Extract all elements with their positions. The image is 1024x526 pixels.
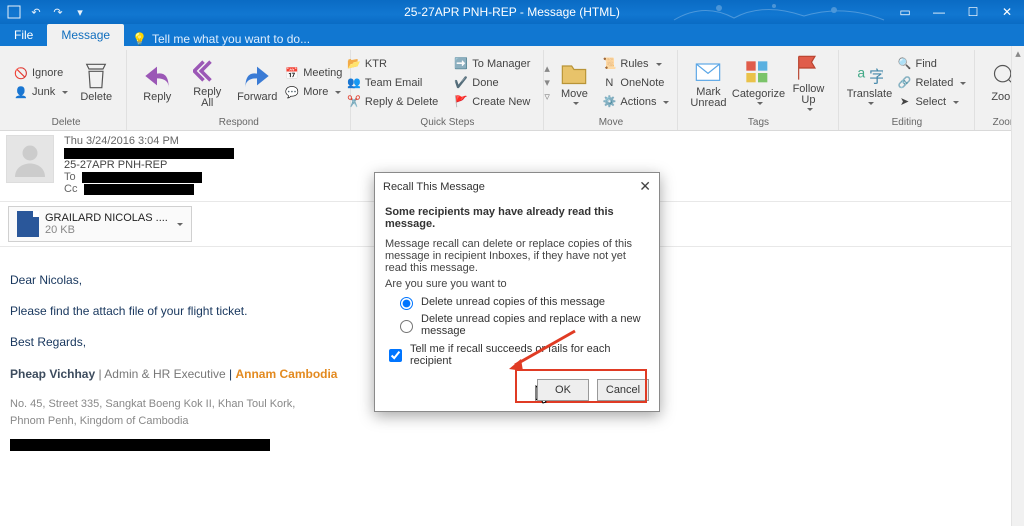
reply-all-button[interactable]: Reply All [183, 55, 231, 111]
group-delete: 🚫Ignore 👤Junk Delete Delete [6, 50, 127, 130]
cancel-button[interactable]: Cancel [597, 379, 649, 401]
calendar-icon: 📅 [285, 66, 299, 80]
dialog-title: Recall This Message [383, 181, 485, 193]
svg-text:字: 字 [869, 68, 883, 86]
option-delete-unread[interactable]: Delete unread copies of this message [395, 294, 649, 310]
move-button[interactable]: Move [550, 57, 598, 108]
group-move: Move 📜Rules NOneNote ⚙️Actions Move [544, 50, 678, 130]
forward-button[interactable]: Forward [233, 60, 281, 105]
option-delete-replace[interactable]: Delete unread copies and replace with a … [395, 313, 649, 337]
gear-icon: ⚙️ [602, 95, 616, 109]
save-icon[interactable] [6, 4, 22, 20]
dialog-close-button[interactable]: ✕ [639, 178, 651, 195]
to-recipient [82, 172, 202, 183]
categorize-button[interactable]: Categorize [734, 57, 782, 108]
translate-button[interactable]: a字Translate [845, 57, 893, 108]
customize-qat-icon[interactable]: ▾ [72, 4, 88, 20]
folder-move-icon: 📂 [347, 57, 361, 71]
group-respond: Reply Reply All Forward 📅Meeting 💬More R… [127, 50, 351, 130]
follow-up-button[interactable]: Follow Up [784, 52, 832, 114]
redacted-contact [10, 439, 270, 451]
group-tags: Mark Unread Categorize Follow Up Tags [678, 50, 839, 130]
pointer-icon: ➤ [897, 95, 911, 109]
sender-avatar [6, 135, 54, 183]
ribbon-tabstrip: File Message 💡Tell me what you want to d… [0, 24, 1024, 46]
attachment-item[interactable]: GRAILARD NICOLAS .... 20 KB [8, 206, 192, 242]
close-button[interactable]: ✕ [990, 0, 1024, 24]
vertical-scrollbar[interactable]: ▴ [1011, 46, 1024, 526]
qs-team-email[interactable]: 👥Team Email [345, 74, 440, 92]
junk-icon: 👤 [14, 85, 28, 99]
attachment-size: 20 KB [45, 224, 168, 236]
ok-button[interactable]: OK [537, 379, 589, 401]
cc-recipient [84, 184, 194, 195]
svg-text:a: a [858, 65, 866, 81]
check-icon: ✔️ [454, 76, 468, 90]
qs-to-manager[interactable]: ➡️To Manager [452, 55, 532, 73]
chat-icon: 💬 [285, 85, 299, 99]
minimize-button[interactable]: — [922, 0, 956, 24]
rules-button[interactable]: 📜Rules [600, 55, 671, 73]
qs-reply-delete[interactable]: ✂️Reply & Delete [345, 93, 440, 111]
recall-dialog: Recall This Message ✕ Some recipients ma… [374, 172, 660, 412]
redo-icon[interactable]: ↷ [50, 4, 66, 20]
find-button[interactable]: 🔍Find [895, 55, 968, 73]
related-icon: 🔗 [897, 76, 911, 90]
attachment-menu-icon[interactable] [174, 218, 183, 230]
word-icon [17, 211, 39, 237]
dialog-p2: Are you sure you want to [385, 278, 649, 290]
tab-file[interactable]: File [0, 24, 47, 46]
onenote-button[interactable]: NOneNote [600, 74, 671, 92]
bulb-icon: 💡 [132, 32, 147, 46]
team-icon: 👥 [347, 76, 361, 90]
checkbox-tell-me[interactable]: Tell me if recall succeeds or fails for … [385, 343, 649, 367]
window-title: 25-27APR PNH-REP - Message (HTML) [0, 5, 1024, 19]
more-respond-button[interactable]: 💬More [283, 83, 344, 101]
ignore-icon: 🚫 [14, 66, 28, 80]
delete-button[interactable]: Delete [72, 60, 120, 105]
quick-access-toolbar: ↶ ↷ ▾ [6, 4, 88, 20]
maximize-button[interactable]: ☐ [956, 0, 990, 24]
qs-create-new[interactable]: 🚩Create New [452, 93, 532, 111]
scroll-up-icon[interactable]: ▴ [1012, 46, 1024, 60]
mark-unread-button[interactable]: Mark Unread [684, 55, 732, 111]
title-bar: ↶ ↷ ▾ 25-27APR PNH-REP - Message (HTML) … [0, 0, 1024, 24]
forward-icon: ➡️ [454, 57, 468, 71]
attachment-name: GRAILARD NICOLAS .... [45, 212, 168, 224]
message-sender [64, 147, 234, 159]
group-editing: a字Translate 🔍Find 🔗Related ➤Select Editi… [839, 50, 975, 130]
actions-button[interactable]: ⚙️Actions [600, 93, 671, 111]
ribbon: 🚫Ignore 👤Junk Delete Delete Reply Reply … [0, 46, 1024, 131]
rules-icon: 📜 [602, 57, 616, 71]
junk-button[interactable]: 👤Junk [12, 83, 70, 101]
meeting-button[interactable]: 📅Meeting [283, 64, 344, 82]
ribbon-options-icon[interactable]: ▭ [888, 0, 922, 24]
onenote-icon: N [602, 76, 616, 90]
window-controls: ▭ — ☐ ✕ [888, 0, 1024, 24]
dialog-lead: Some recipients may have already read th… [385, 206, 649, 230]
qs-done[interactable]: ✔️Done [452, 74, 532, 92]
tell-me-search[interactable]: 💡Tell me what you want to do... [132, 32, 310, 46]
search-icon: 🔍 [897, 57, 911, 71]
dialog-p1: Message recall can delete or replace cop… [385, 238, 649, 274]
flag-icon: 🚩 [454, 95, 468, 109]
to-label: To [64, 171, 76, 183]
ignore-button[interactable]: 🚫Ignore [12, 64, 70, 82]
qs-ktr[interactable]: 📂KTR [345, 55, 440, 73]
tab-message[interactable]: Message [47, 24, 124, 46]
group-quick-steps: 📂KTR 👥Team Email ✂️Reply & Delete ➡️To M… [351, 50, 544, 130]
signature-address-2: Phnom Penh, Kingdom of Cambodia [10, 413, 470, 431]
select-button[interactable]: ➤Select [895, 93, 968, 111]
reply-button[interactable]: Reply [133, 60, 181, 105]
reply-delete-icon: ✂️ [347, 95, 361, 109]
related-button[interactable]: 🔗Related [895, 74, 968, 92]
message-date: Thu 3/24/2016 3:04 PM [64, 135, 234, 147]
message-subject: 25-27APR PNH-REP [64, 159, 234, 171]
cc-label: Cc [64, 183, 77, 195]
undo-icon[interactable]: ↶ [28, 4, 44, 20]
